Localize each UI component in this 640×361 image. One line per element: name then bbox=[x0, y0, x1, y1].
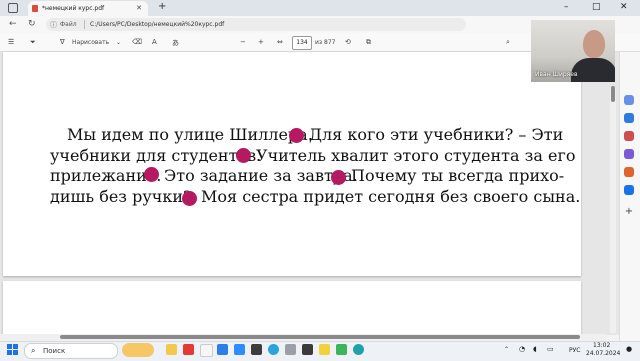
search-icon: ⌕ bbox=[31, 346, 36, 355]
page-view-icon[interactable]: ⧉ bbox=[366, 38, 371, 47]
presenter-name: Иван Ширяев bbox=[535, 71, 578, 78]
vertical-scrollbar[interactable] bbox=[610, 88, 616, 333]
close-window-button[interactable]: ✕ bbox=[620, 2, 628, 12]
fit-page-icon[interactable]: ⇔ bbox=[277, 38, 283, 46]
contents-icon[interactable]: ☰ bbox=[8, 38, 14, 46]
store-icon[interactable] bbox=[217, 344, 228, 355]
language-indicator[interactable]: РУС bbox=[569, 347, 580, 354]
network-icon[interactable]: ◔ bbox=[519, 345, 525, 353]
marker-dot bbox=[289, 128, 304, 143]
yandex-icon[interactable] bbox=[183, 344, 194, 355]
tray-chevron-icon[interactable]: ⌃ bbox=[504, 346, 509, 353]
draw-icon[interactable]: ∇ bbox=[60, 38, 65, 46]
tab-pdf[interactable]: *немецкий курс.pdf ✕ bbox=[28, 1, 148, 16]
search-placeholder: Поиск bbox=[43, 347, 66, 355]
highlight-icon[interactable]: ⏷ bbox=[30, 38, 36, 47]
edge-icon[interactable] bbox=[353, 344, 364, 355]
translate-icon[interactable]: あ bbox=[172, 38, 179, 48]
pdf-file-icon bbox=[32, 5, 38, 12]
page-number-input[interactable]: 134 bbox=[292, 36, 312, 50]
weather-widget-icon[interactable] bbox=[122, 343, 154, 357]
address-scheme-label: Файл bbox=[60, 21, 77, 28]
url-text: C:/Users/PC/Desktop/немецкий%20курс.pdf bbox=[90, 21, 225, 28]
address-bar[interactable]: ⓘ Файл C:/Users/PC/Desktop/немецкий%20ку… bbox=[46, 18, 466, 31]
games-icon[interactable] bbox=[624, 149, 634, 159]
app-icon[interactable] bbox=[285, 344, 296, 355]
text-line-1a: Мы идем по улице Шиллера. bbox=[67, 125, 313, 144]
green-app-icon[interactable] bbox=[336, 344, 347, 355]
text-line-3c: Почему ты всегда прихо- bbox=[351, 166, 565, 185]
text-line-2a: учебники для студентов. bbox=[50, 146, 262, 165]
text-line-4a: дишь без ручки? bbox=[50, 187, 192, 206]
eraser-icon[interactable]: ⌫ bbox=[132, 38, 142, 46]
yandex-browser-icon[interactable] bbox=[200, 344, 213, 357]
back-icon[interactable]: ← bbox=[9, 19, 17, 29]
text-line-3b: Это задание за завтра. bbox=[164, 166, 358, 185]
battery-icon[interactable]: ▭ bbox=[547, 345, 554, 353]
marker-dot bbox=[236, 148, 251, 163]
zoom-out-button[interactable]: − bbox=[240, 38, 246, 46]
text-line-2b: Учитель хвалит этого студента за его bbox=[256, 146, 576, 165]
office-icon[interactable] bbox=[624, 167, 634, 177]
shopping-icon[interactable] bbox=[624, 113, 634, 123]
pdf-page-next bbox=[3, 281, 581, 335]
notes-icon[interactable] bbox=[302, 344, 313, 355]
minimize-button[interactable]: – bbox=[564, 2, 569, 12]
volume-icon[interactable]: ◖ bbox=[533, 345, 537, 353]
presenter-body bbox=[571, 58, 615, 82]
marker-dot bbox=[331, 170, 346, 185]
presenter-head bbox=[583, 30, 605, 58]
clock-time[interactable]: 13:02 bbox=[593, 342, 610, 349]
webcam-overlay: Иван Ширяев bbox=[531, 20, 615, 82]
tab-actions-icon[interactable] bbox=[8, 3, 18, 13]
taskbar-search[interactable]: ⌕ Поиск bbox=[24, 343, 118, 359]
telegram-icon[interactable] bbox=[268, 344, 279, 355]
read-aloud-icon[interactable]: A bbox=[152, 38, 157, 46]
tools-icon[interactable] bbox=[624, 131, 634, 141]
horizontal-scroll-thumb[interactable] bbox=[60, 335, 580, 339]
close-tab-icon[interactable]: ✕ bbox=[136, 4, 142, 12]
text-line-1b: Для кого эти учебники? – Эти bbox=[309, 125, 564, 144]
info-icon[interactable]: ⓘ bbox=[50, 20, 57, 30]
search-pdf-icon[interactable]: ⌕ bbox=[506, 38, 510, 47]
file-explorer-icon[interactable] bbox=[166, 344, 177, 355]
add-sidebar-icon[interactable]: + bbox=[624, 207, 634, 217]
draw-dropdown-icon[interactable]: ⌄ bbox=[116, 39, 121, 46]
refresh-icon[interactable]: ↻ bbox=[28, 19, 36, 29]
vertical-scroll-thumb[interactable] bbox=[611, 86, 615, 102]
marker-dot bbox=[144, 167, 159, 182]
marker-dot bbox=[182, 191, 197, 206]
text-line-4b: Моя сестра придет сегодня без своего сын… bbox=[201, 187, 581, 206]
windows-start-icon[interactable] bbox=[7, 344, 18, 355]
zoom-icon[interactable] bbox=[234, 344, 245, 355]
draw-button[interactable]: Нарисовать bbox=[72, 39, 109, 46]
clock-date[interactable]: 24.07.2024 bbox=[586, 350, 620, 357]
copilot-icon[interactable] bbox=[624, 95, 634, 105]
page-total-label: из 877 bbox=[315, 39, 336, 46]
maximize-button[interactable]: □ bbox=[592, 2, 601, 12]
outlook-icon[interactable] bbox=[624, 185, 634, 195]
tab-title: *немецкий курс.pdf bbox=[42, 5, 105, 12]
sticky-icon[interactable] bbox=[319, 344, 330, 355]
zoom-in-button[interactable]: + bbox=[258, 38, 264, 46]
rotate-icon[interactable]: ⟲ bbox=[345, 38, 351, 46]
notification-icon[interactable]: ● bbox=[626, 345, 632, 353]
address-divider bbox=[84, 20, 85, 29]
new-tab-button[interactable]: + bbox=[158, 1, 166, 12]
media-icon[interactable] bbox=[251, 344, 262, 355]
